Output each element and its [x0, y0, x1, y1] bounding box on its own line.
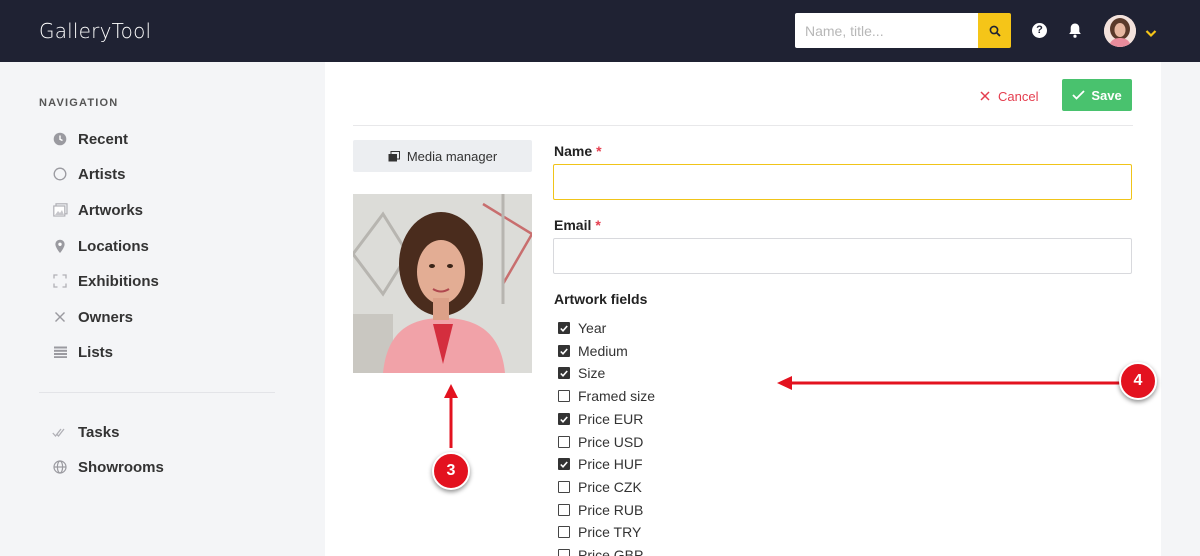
search-input[interactable] [795, 13, 978, 48]
cancel-button[interactable]: Cancel [980, 86, 1038, 106]
field-checkbox-framed-size[interactable]: Framed size [558, 386, 655, 406]
clock-icon [52, 131, 68, 147]
search-button[interactable] [978, 13, 1011, 48]
sidebar-item-lists[interactable]: Lists [52, 340, 113, 364]
checkbox-checked[interactable] [558, 367, 570, 379]
expand-icon [52, 273, 68, 289]
check-icon [1072, 90, 1085, 100]
list-icon [52, 344, 68, 360]
checkbox[interactable] [558, 436, 570, 448]
sidebar: NAVIGATION Recent Artists Artworks Locat… [0, 62, 300, 556]
checkbox[interactable] [558, 526, 570, 538]
field-checkbox-price-usd[interactable]: Price USD [558, 432, 643, 452]
sidebar-item-locations[interactable]: Locations [52, 234, 149, 258]
field-checkbox-price-huf[interactable]: Price HUF [558, 454, 643, 474]
chevron-down-icon[interactable] [1145, 25, 1157, 43]
image-icon [52, 202, 68, 218]
name-label: Name * [554, 143, 602, 159]
email-label: Email * [554, 217, 601, 233]
field-checkbox-price-eur[interactable]: Price EUR [558, 409, 643, 429]
header-divider [353, 125, 1133, 126]
close-icon [980, 91, 990, 101]
checkbox-checked[interactable] [558, 345, 570, 357]
email-field[interactable] [553, 238, 1132, 274]
sidebar-item-artworks[interactable]: Artworks [52, 198, 143, 222]
sidebar-item-label: Artworks [78, 201, 144, 219]
checkbox[interactable] [558, 481, 570, 493]
sidebar-item-recent[interactable]: Recent [52, 127, 128, 151]
nav-heading: NAVIGATION [39, 97, 119, 109]
sidebar-item-label: Exhibitions [78, 272, 159, 290]
sidebar-item-label: Lists [78, 343, 114, 361]
annotation-badge-3: 3 [432, 452, 470, 490]
user-avatar[interactable] [1104, 15, 1136, 47]
map-pin-icon [52, 238, 68, 254]
media-manager-button[interactable]: Media manager [353, 140, 532, 172]
close-icon [52, 309, 68, 325]
sidebar-item-artists[interactable]: Artists [52, 162, 126, 186]
images-icon [388, 150, 400, 161]
sidebar-item-owners[interactable]: Owners [52, 305, 133, 329]
sidebar-item-tasks[interactable]: Tasks [52, 420, 119, 444]
sidebar-divider [39, 392, 275, 393]
name-field[interactable] [553, 164, 1132, 200]
field-checkbox-price-rub[interactable]: Price RUB [558, 500, 643, 520]
annotation-badge-4: 4 [1119, 362, 1157, 400]
sidebar-item-exhibitions[interactable]: Exhibitions [52, 269, 159, 293]
sidebar-item-showrooms[interactable]: Showrooms [52, 455, 164, 479]
required-mark: * [596, 143, 602, 159]
checkbox-checked[interactable] [558, 458, 570, 470]
field-checkbox-price-czk[interactable]: Price CZK [558, 477, 642, 497]
sidebar-item-label: Artists [78, 165, 126, 183]
checkbox[interactable] [558, 549, 570, 556]
cancel-label: Cancel [998, 88, 1039, 104]
field-checkbox-year[interactable]: Year [558, 318, 606, 338]
app-logo[interactable]: GalleryTool [39, 19, 151, 43]
sidebar-item-label: Recent [78, 130, 129, 148]
top-bar: GalleryTool ? [0, 0, 1200, 62]
artwork-fields-label: Artwork fields [554, 291, 648, 307]
media-manager-label: Media manager [406, 148, 498, 164]
checkbox[interactable] [558, 504, 570, 516]
sidebar-item-label: Owners [78, 308, 134, 326]
sidebar-item-label: Showrooms [78, 458, 164, 476]
field-checkbox-price-gbp[interactable]: Price GBP [558, 545, 643, 556]
search-icon [989, 25, 1001, 37]
save-button[interactable]: Save [1062, 79, 1132, 111]
artist-portrait-image[interactable] [353, 194, 532, 373]
circle-icon [52, 166, 68, 182]
double-check-icon [52, 424, 68, 440]
checkbox-checked[interactable] [558, 413, 570, 425]
save-label: Save [1091, 87, 1122, 103]
required-mark: * [595, 217, 601, 233]
checkbox-checked[interactable] [558, 322, 570, 334]
bell-icon[interactable] [1067, 22, 1083, 44]
field-checkbox-price-try[interactable]: Price TRY [558, 522, 641, 542]
sidebar-item-label: Tasks [78, 423, 120, 441]
globe-icon [52, 459, 68, 475]
sidebar-item-label: Locations [78, 237, 149, 255]
field-checkbox-size[interactable]: Size [558, 363, 605, 383]
checkbox[interactable] [558, 390, 570, 402]
help-icon[interactable]: ? [1032, 23, 1047, 38]
field-checkbox-medium[interactable]: Medium [558, 341, 628, 361]
